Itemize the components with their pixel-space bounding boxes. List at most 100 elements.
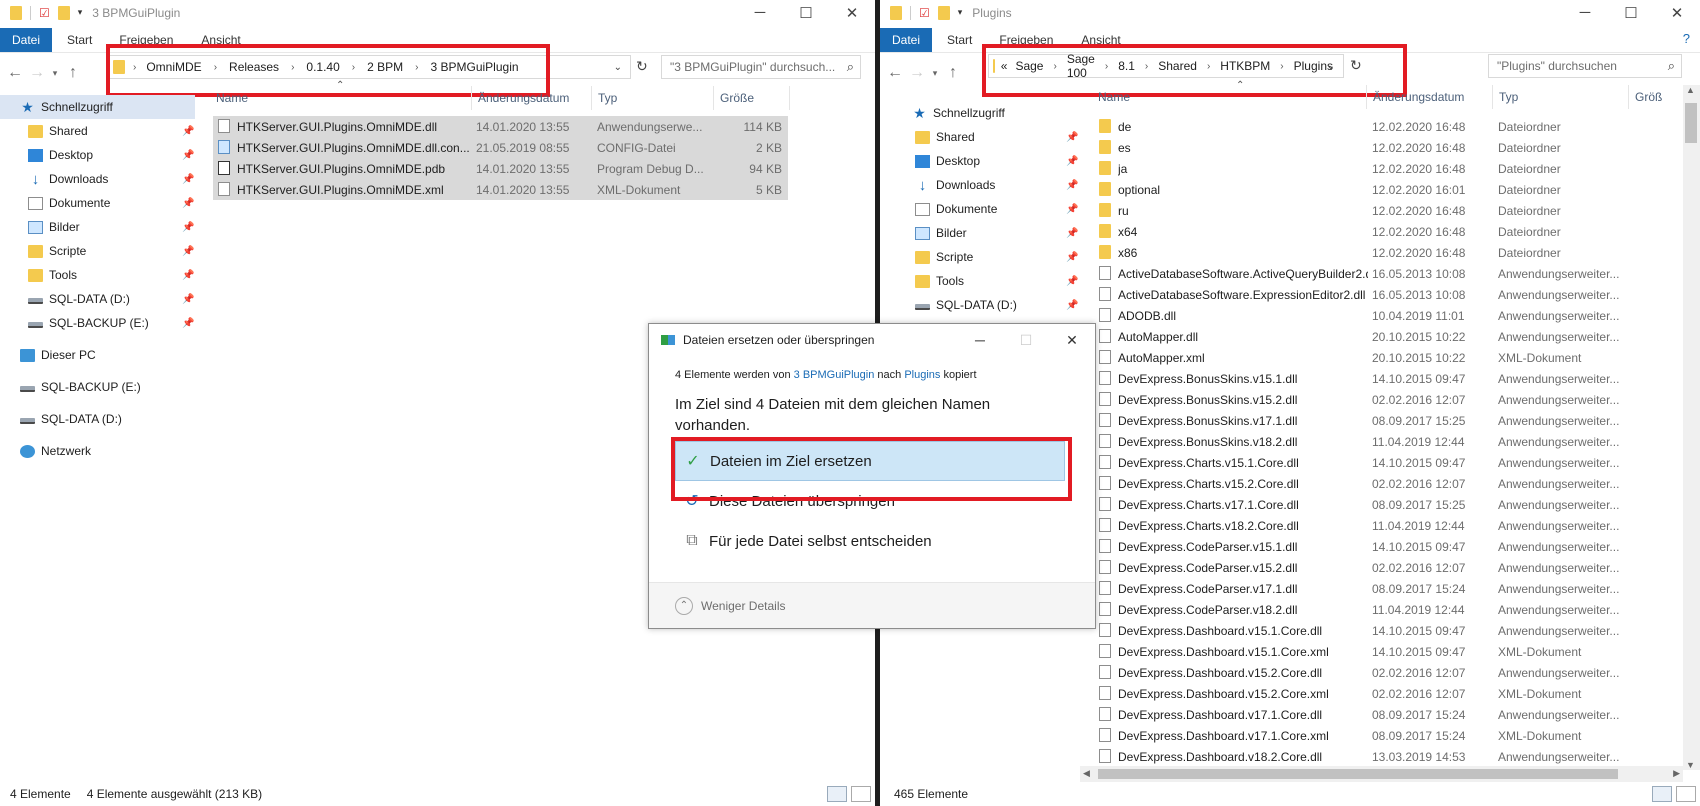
search-icon[interactable]: ⌕ — [847, 59, 854, 75]
pin-icon[interactable]: 📌 — [182, 126, 194, 137]
table-row[interactable]: DevExpress.Dashboard.v17.1.Core.dll 08.09… — [1092, 704, 1682, 725]
nav-item-sql-backup-drive[interactable]: SQL-BACKUP (E:) — [0, 375, 195, 399]
nav-item-bilder[interactable]: Bilder 📌 — [880, 221, 1080, 245]
address-bar[interactable]: « Sage › Sage 100 › 8.1 › Shared › HTKBP… — [988, 52, 1344, 80]
table-row[interactable]: DevExpress.CodeParser.v18.2.dll 11.04.201… — [1092, 599, 1682, 620]
refresh-icon[interactable]: ↻ — [1350, 57, 1362, 74]
tiles-view-icon[interactable] — [851, 786, 871, 802]
pin-icon[interactable]: 📌 — [1066, 132, 1078, 143]
nav-item-dieser-pc[interactable]: Dieser PC — [0, 343, 195, 367]
forward-arrow-icon[interactable]: → — [906, 64, 928, 82]
table-row[interactable]: DevExpress.Dashboard.v18.2.Core.dll 13.03… — [1092, 746, 1682, 767]
pin-icon[interactable]: 📌 — [182, 318, 194, 329]
minimize-icon[interactable]: ─ — [737, 0, 783, 25]
tab-datei[interactable]: Datei — [880, 28, 933, 52]
pin-icon[interactable]: 📌 — [182, 198, 194, 209]
recent-dropdown-icon[interactable]: ▾ — [928, 68, 942, 79]
table-row[interactable]: AutoMapper.dll 20.10.2015 10:22 Anwendungs… — [1092, 326, 1682, 347]
nav-item-downloads[interactable]: ↓ Downloads 📌 — [880, 173, 1080, 197]
close-icon[interactable]: ✕ — [1654, 0, 1700, 25]
table-row[interactable]: HTKServer.GUI.Plugins.OmniMDE.dll 14.01.… — [213, 116, 788, 137]
table-row[interactable]: de 12.02.2020 16:48 Dateiordner — [1092, 116, 1682, 137]
column-name[interactable]: Name — [210, 86, 472, 110]
help-icon[interactable]: ? — [1683, 31, 1690, 46]
new-folder-icon[interactable] — [937, 5, 950, 20]
forward-arrow-icon[interactable]: → — [26, 64, 48, 82]
scroll-down-icon[interactable]: ▼ — [1686, 760, 1695, 770]
pin-icon[interactable]: 📌 — [1066, 204, 1078, 215]
nav-item-sql-data[interactable]: SQL-DATA (D:) 📌 — [0, 287, 195, 311]
breadcrumb-item[interactable]: Releases — [229, 60, 279, 74]
table-row[interactable]: ActiveDatabaseSoftware.ActiveQueryBuilde… — [1092, 263, 1682, 284]
breadcrumb-overflow[interactable]: « — [1001, 59, 1008, 73]
new-folder-icon[interactable] — [57, 5, 70, 20]
breadcrumb-item[interactable]: Sage 100 — [1067, 52, 1095, 80]
table-row[interactable]: DevExpress.Charts.v17.1.Core.dll 08.09.20… — [1092, 494, 1682, 515]
horizontal-scrollbar[interactable]: ◀ ▶ — [1080, 766, 1683, 782]
address-dropdown-icon[interactable]: ⌄ — [1327, 61, 1335, 72]
pin-icon[interactable]: 📌 — [1066, 252, 1078, 263]
back-arrow-icon[interactable]: ← — [884, 64, 906, 82]
breadcrumb-item[interactable]: 3 BPMGuiPlugin — [430, 60, 518, 74]
pin-icon[interactable]: 📌 — [1066, 156, 1078, 167]
table-row[interactable]: DevExpress.CodeParser.v17.1.dll 08.09.201… — [1092, 578, 1682, 599]
table-row[interactable]: DevExpress.Dashboard.v15.1.Core.dll 14.10… — [1092, 620, 1682, 641]
minimize-icon[interactable]: ─ — [957, 324, 1003, 356]
nav-item-sql-backup[interactable]: SQL-BACKUP (E:) 📌 — [0, 311, 195, 335]
tab-freigeben[interactable]: Freigeben — [107, 28, 185, 52]
address-bar[interactable]: › OmniMDE › Releases › 0.1.40 › 2 BPM › … — [108, 55, 631, 79]
nav-item-sql-data-drive[interactable]: SQL-DATA (D:) — [0, 407, 195, 431]
maximize-icon[interactable]: ☐ — [1608, 0, 1654, 25]
pin-icon[interactable]: 📌 — [182, 294, 194, 305]
skip-files-button[interactable]: ↺ Diese Dateien überspringen — [675, 481, 1065, 521]
table-row[interactable]: ru 12.02.2020 16:48 Dateiordner — [1092, 200, 1682, 221]
table-row[interactable]: DevExpress.Charts.v15.1.Core.dll 14.10.20… — [1092, 452, 1682, 473]
nav-item-downloads[interactable]: ↓ Downloads 📌 — [0, 167, 195, 191]
table-row[interactable]: x86 12.02.2020 16:48 Dateiordner — [1092, 242, 1682, 263]
close-icon[interactable]: ✕ — [829, 0, 875, 25]
column-date[interactable]: Änderungsdatum — [1367, 85, 1493, 109]
properties-icon[interactable]: ☑ — [919, 6, 930, 20]
table-row[interactable]: HTKServer.GUI.Plugins.OmniMDE.pdb 14.01.… — [213, 158, 788, 179]
table-row[interactable]: DevExpress.BonusSkins.v15.2.dll 02.02.201… — [1092, 389, 1682, 410]
breadcrumb-item[interactable]: Shared — [1158, 59, 1197, 73]
nav-item-tools[interactable]: Tools 📌 — [880, 269, 1080, 293]
decide-each-button[interactable]: ⧉ Für jede Datei selbst entscheiden — [675, 521, 1065, 561]
minimize-icon[interactable]: ─ — [1562, 0, 1608, 25]
up-arrow-icon[interactable]: ↑ — [62, 64, 84, 82]
table-row[interactable]: DevExpress.Charts.v18.2.Core.dll 11.04.20… — [1092, 515, 1682, 536]
pin-icon[interactable]: 📌 — [1066, 228, 1078, 239]
pin-icon[interactable]: 📌 — [182, 270, 194, 281]
scroll-thumb[interactable] — [1098, 769, 1618, 779]
column-type[interactable]: Typ — [1493, 85, 1629, 109]
pin-icon[interactable]: 📌 — [1066, 300, 1078, 311]
table-row[interactable]: AutoMapper.xml 20.10.2015 10:22 XML-Dokume… — [1092, 347, 1682, 368]
table-row[interactable]: es 12.02.2020 16:48 Dateiordner — [1092, 137, 1682, 158]
breadcrumb-item[interactable]: OmniMDE — [146, 60, 201, 74]
search-icon[interactable]: ⌕ — [1668, 58, 1675, 74]
tab-start[interactable]: Start — [52, 28, 107, 52]
qat-dropdown-icon[interactable]: ▾ — [958, 7, 963, 18]
title-bar[interactable]: ☑ ▾ 3 BPMGuiPlugin ─ ☐ ✕ — [0, 0, 875, 25]
back-arrow-icon[interactable]: ← — [4, 64, 26, 82]
nav-item-desktop[interactable]: Desktop 📌 — [880, 149, 1080, 173]
table-row[interactable]: DevExpress.Dashboard.v15.1.Core.xml 14.10… — [1092, 641, 1682, 662]
scroll-left-icon[interactable]: ◀ — [1083, 768, 1090, 779]
breadcrumb-item[interactable]: Sage — [1015, 59, 1043, 73]
up-arrow-icon[interactable]: ↑ — [942, 64, 964, 82]
scroll-thumb[interactable] — [1685, 103, 1697, 143]
nav-item-schnellzugriff[interactable]: ★ Schnellzugriff — [0, 95, 195, 119]
pin-icon[interactable]: 📌 — [182, 174, 194, 185]
target-link[interactable]: Plugins — [904, 369, 940, 381]
nav-item-sql-data[interactable]: SQL-DATA (D:) 📌 — [880, 293, 1080, 317]
breadcrumb-item[interactable]: 2 BPM — [367, 60, 403, 74]
tab-ansicht[interactable]: Ansicht — [185, 28, 256, 52]
table-row[interactable]: ActiveDatabaseSoftware.ExpressionEditor2… — [1092, 284, 1682, 305]
details-view-icon[interactable] — [1652, 786, 1672, 802]
tiles-view-icon[interactable] — [1676, 786, 1696, 802]
maximize-icon[interactable]: ☐ — [783, 0, 829, 25]
pin-icon[interactable]: 📌 — [182, 222, 194, 233]
vertical-scrollbar[interactable]: ▲ ▼ — [1683, 85, 1700, 770]
scroll-right-icon[interactable]: ▶ — [1673, 768, 1680, 779]
table-row[interactable]: ja 12.02.2020 16:48 Dateiordner — [1092, 158, 1682, 179]
